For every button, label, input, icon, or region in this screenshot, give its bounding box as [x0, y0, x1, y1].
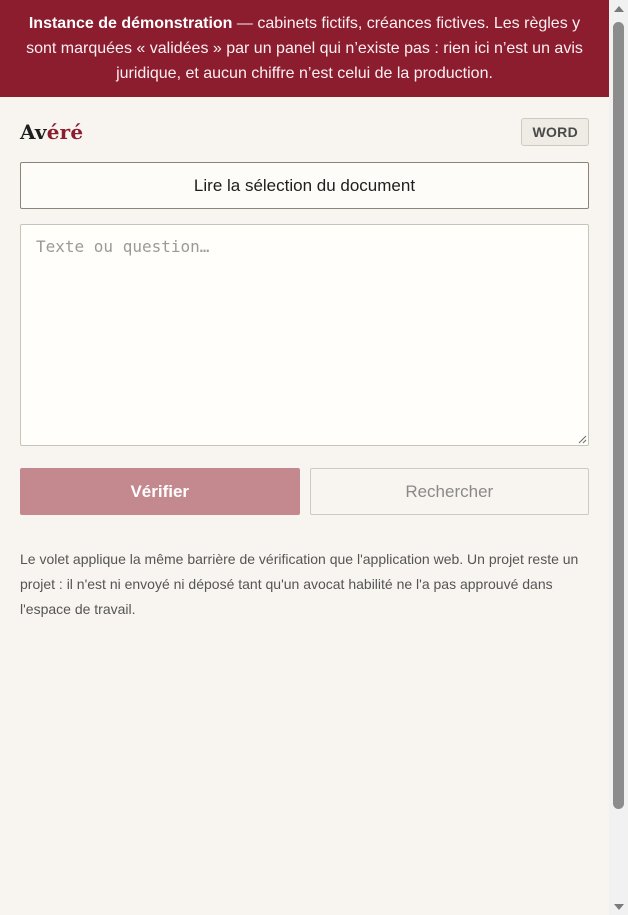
read-selection-button[interactable]: Lire la sélection du document — [20, 162, 589, 209]
taskpane: Instance de démonstration — cabinets fic… — [0, 0, 609, 915]
scroll-down-arrow-icon[interactable] — [609, 898, 628, 915]
verify-button[interactable]: Vérifier — [20, 468, 300, 515]
resize-grip-icon[interactable] — [577, 434, 587, 444]
vertical-scrollbar[interactable] — [609, 0, 628, 915]
host-badge: WORD — [521, 118, 589, 146]
disclaimer-note: Le volet applique la même barrière de vé… — [20, 551, 579, 617]
brand-logo: Avéré — [20, 120, 84, 144]
action-bar: Vérifier Rechercher — [20, 468, 589, 515]
demo-banner: Instance de démonstration — cabinets fic… — [0, 0, 609, 97]
query-input[interactable] — [20, 224, 589, 446]
demo-banner-title: Instance de démonstration — [28, 15, 233, 32]
header: Avéré WORD — [0, 97, 609, 167]
search-button[interactable]: Rechercher — [309, 468, 589, 515]
scroll-up-arrow-icon[interactable] — [609, 0, 628, 17]
scrollbar-thumb[interactable] — [613, 22, 624, 809]
query-input-wrapper — [20, 224, 589, 446]
